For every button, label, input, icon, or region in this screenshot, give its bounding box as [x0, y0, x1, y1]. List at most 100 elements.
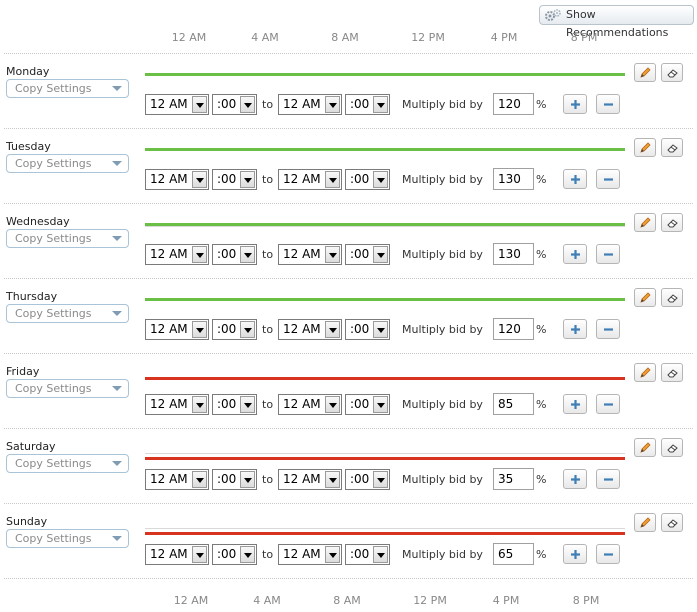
- bid-multiplier-input[interactable]: [493, 393, 534, 415]
- end-minute-select[interactable]: :00: [345, 394, 390, 415]
- increase-bid-button[interactable]: [563, 94, 587, 114]
- end-hour-select[interactable]: 12 AM: [278, 169, 342, 190]
- bid-adjustment-line: [145, 73, 625, 76]
- pencil-icon: [640, 367, 651, 378]
- clear-button[interactable]: [661, 363, 683, 382]
- clear-button[interactable]: [661, 138, 683, 157]
- copy-settings-dropdown[interactable]: Copy Settings: [6, 529, 129, 548]
- increase-bid-button[interactable]: [563, 244, 587, 264]
- dropdown-arrow-icon: [373, 546, 388, 563]
- increase-bid-button[interactable]: [563, 469, 587, 489]
- increase-bid-button[interactable]: [563, 319, 587, 339]
- clear-button[interactable]: [661, 213, 683, 232]
- edit-button[interactable]: [634, 438, 656, 457]
- day-name: Wednesday: [6, 215, 70, 228]
- edit-button[interactable]: [634, 63, 656, 82]
- day-name: Thursday: [6, 290, 58, 303]
- start-hour-select[interactable]: 12 AM: [145, 544, 209, 565]
- clear-button[interactable]: [661, 63, 683, 82]
- pencil-icon: [640, 67, 651, 78]
- decrease-bid-button[interactable]: [596, 394, 620, 414]
- increase-bid-button[interactable]: [563, 169, 587, 189]
- bid-multiplier-input[interactable]: [493, 243, 534, 265]
- decrease-bid-button[interactable]: [596, 244, 620, 264]
- show-recommendations-button[interactable]: Show Recommendations: [539, 5, 694, 39]
- chevron-down-icon: [112, 311, 122, 316]
- copy-settings-dropdown[interactable]: Copy Settings: [6, 154, 129, 173]
- increase-bid-button[interactable]: [563, 394, 587, 414]
- end-minute-select[interactable]: :00: [345, 94, 390, 115]
- start-hour-select[interactable]: 12 AM: [145, 469, 209, 490]
- dropdown-arrow-icon: [192, 396, 207, 413]
- start-hour-select[interactable]: 12 AM: [145, 94, 209, 115]
- end-minute-select[interactable]: :00: [345, 169, 390, 190]
- end-hour-select[interactable]: 12 AM: [278, 394, 342, 415]
- to-label: to: [262, 398, 274, 411]
- dropdown-arrow-icon: [325, 171, 340, 188]
- start-minute-select[interactable]: :00: [212, 394, 257, 415]
- start-hour-select[interactable]: 12 AM: [145, 169, 209, 190]
- end-minute-select[interactable]: :00: [345, 544, 390, 565]
- end-hour-select[interactable]: 12 AM: [278, 544, 342, 565]
- start-minute-select[interactable]: :00: [212, 244, 257, 265]
- clear-button[interactable]: [661, 288, 683, 307]
- start-hour-select[interactable]: 12 AM: [145, 394, 209, 415]
- percent-label: %: [536, 173, 547, 186]
- start-minute-select[interactable]: :00: [212, 94, 257, 115]
- decrease-bid-button[interactable]: [596, 94, 620, 114]
- end-hour-select[interactable]: 12 AM: [278, 244, 342, 265]
- bid-multiplier-input[interactable]: [493, 468, 534, 490]
- increase-bid-button[interactable]: [563, 544, 587, 564]
- copy-settings-dropdown[interactable]: Copy Settings: [6, 379, 129, 398]
- copy-settings-dropdown[interactable]: Copy Settings: [6, 79, 129, 98]
- dropdown-arrow-icon: [192, 96, 207, 113]
- dropdown-arrow-icon: [192, 321, 207, 338]
- start-minute-value: :00: [217, 397, 237, 411]
- bid-multiplier-input[interactable]: [493, 543, 534, 565]
- bid-adjustment-bar: [145, 148, 625, 153]
- end-minute-select[interactable]: :00: [345, 319, 390, 340]
- chevron-down-icon: [112, 161, 122, 166]
- day-name: Saturday: [6, 440, 56, 453]
- minus-icon: [604, 178, 613, 181]
- eraser-icon: [667, 294, 678, 303]
- start-minute-select[interactable]: :00: [212, 544, 257, 565]
- edit-button[interactable]: [634, 288, 656, 307]
- plus-icon: [571, 175, 580, 184]
- multiply-bid-label: Multiply bid by: [402, 473, 483, 486]
- start-minute-select[interactable]: :00: [212, 169, 257, 190]
- dropdown-arrow-icon: [373, 471, 388, 488]
- copy-settings-dropdown[interactable]: Copy Settings: [6, 229, 129, 248]
- dropdown-arrow-icon: [373, 396, 388, 413]
- bid-multiplier-input[interactable]: [493, 93, 534, 115]
- start-minute-value: :00: [217, 322, 237, 336]
- decrease-bid-button[interactable]: [596, 544, 620, 564]
- decrease-bid-button[interactable]: [596, 169, 620, 189]
- copy-settings-dropdown[interactable]: Copy Settings: [6, 454, 129, 473]
- start-hour-select[interactable]: 12 AM: [145, 319, 209, 340]
- end-hour-select[interactable]: 12 AM: [278, 469, 342, 490]
- clear-button[interactable]: [661, 438, 683, 457]
- start-minute-select[interactable]: :00: [212, 469, 257, 490]
- edit-button[interactable]: [634, 363, 656, 382]
- clear-button[interactable]: [661, 513, 683, 532]
- edit-button[interactable]: [634, 513, 656, 532]
- copy-settings-dropdown[interactable]: Copy Settings: [6, 304, 129, 323]
- edit-button[interactable]: [634, 213, 656, 232]
- bid-multiplier-input[interactable]: [493, 318, 534, 340]
- decrease-bid-button[interactable]: [596, 469, 620, 489]
- end-minute-select[interactable]: :00: [345, 469, 390, 490]
- end-hour-select[interactable]: 12 AM: [278, 319, 342, 340]
- end-minute-select[interactable]: :00: [345, 244, 390, 265]
- multiply-bid-label: Multiply bid by: [402, 173, 483, 186]
- decrease-bid-button[interactable]: [596, 319, 620, 339]
- dropdown-arrow-icon: [240, 171, 255, 188]
- end-hour-select[interactable]: 12 AM: [278, 94, 342, 115]
- start-hour-select[interactable]: 12 AM: [145, 244, 209, 265]
- end-minute-value: :00: [350, 172, 370, 186]
- time-tick: 8 AM: [331, 31, 359, 44]
- start-hour-value: 12 AM: [150, 97, 188, 111]
- bid-multiplier-input[interactable]: [493, 168, 534, 190]
- start-minute-select[interactable]: :00: [212, 319, 257, 340]
- edit-button[interactable]: [634, 138, 656, 157]
